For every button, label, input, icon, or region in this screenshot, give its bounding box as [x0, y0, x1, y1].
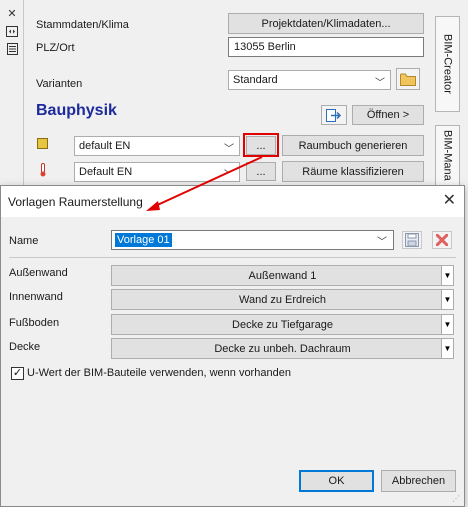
- export-icon: [326, 108, 342, 122]
- save-button[interactable]: [402, 231, 422, 249]
- aussenwand-label: Außenwand: [9, 267, 68, 279]
- dropdown-arrow-icon: ▼: [441, 265, 454, 286]
- chevron-down-icon: ﹀: [377, 237, 387, 248]
- projektdaten-button[interactable]: Projektdaten/Klimadaten...: [228, 13, 424, 34]
- decke-label: Decke: [9, 341, 41, 353]
- ok-button[interactable]: OK: [299, 470, 374, 492]
- name-value: Vorlage 01: [115, 233, 172, 247]
- row2-select[interactable]: Default EN ﹀: [74, 162, 240, 182]
- delete-icon: [436, 234, 448, 246]
- innenwand-value: Wand zu Erdreich: [238, 293, 327, 306]
- divider: [9, 257, 456, 258]
- material-icon: [37, 138, 48, 149]
- vorlagen-dialog: Vorlagen Raumerstellung ✕ Name Vorlage 0…: [0, 185, 465, 507]
- fussboden-value: Decke zu Tiefgarage: [232, 318, 333, 331]
- folder-button[interactable]: [396, 68, 420, 90]
- plz-ort-field[interactable]: 13055 Berlin: [228, 37, 424, 57]
- highlight-box: [243, 133, 279, 157]
- name-combobox[interactable]: Vorlage 01 ﹀: [111, 230, 394, 250]
- decke-value: Decke zu unbeh. Dachraum: [214, 342, 351, 355]
- raeume-klassifizieren-button[interactable]: Räume klassifizieren: [282, 161, 424, 182]
- chevron-down-icon: ﹀: [224, 144, 234, 155]
- aussenwand-select[interactable]: Außenwand 1 ▼: [111, 265, 454, 286]
- dropdown-arrow-icon: ▼: [441, 289, 454, 310]
- fussboden-select[interactable]: Decke zu Tiefgarage ▼: [111, 314, 454, 335]
- varianten-value: Standard: [233, 74, 278, 86]
- close-icon[interactable]: ✕: [443, 192, 456, 210]
- innenwand-select[interactable]: Wand zu Erdreich ▼: [111, 289, 454, 310]
- stammdaten-label: Stammdaten/Klima: [36, 19, 129, 31]
- aussenwand-value: Außenwand 1: [248, 269, 317, 282]
- tab-bim-manager-label: BIM-Mana: [441, 130, 454, 181]
- name-label: Name: [9, 235, 39, 247]
- tab-bim-manager[interactable]: BIM-Mana: [435, 125, 460, 187]
- section-title-bauphysik: Bauphysik: [36, 102, 117, 119]
- dialog-title: Vorlagen Raumerstellung: [8, 195, 143, 209]
- varianten-select[interactable]: Standard ﹀: [228, 70, 391, 90]
- oeffnen-button[interactable]: Öffnen >: [352, 105, 424, 125]
- tab-bim-creator[interactable]: BIM-Creator: [435, 16, 460, 112]
- row2-value: Default EN: [79, 166, 133, 178]
- resize-grip-icon[interactable]: ⋰: [452, 494, 462, 504]
- varianten-label: Varianten: [36, 78, 83, 90]
- tab-bim-creator-label: BIM-Creator: [441, 34, 454, 94]
- thermometer-icon: [39, 163, 47, 177]
- row1-value: default EN: [79, 140, 131, 152]
- chevron-down-icon: ﹀: [375, 78, 385, 89]
- plz-label: PLZ/Ort: [36, 42, 75, 54]
- dropdown-arrow-icon: ▼: [441, 338, 454, 359]
- decke-select[interactable]: Decke zu unbeh. Dachraum ▼: [111, 338, 454, 359]
- row2-more-button[interactable]: ...: [246, 162, 276, 181]
- chevron-down-icon: ﹀: [224, 170, 234, 181]
- dropdown-arrow-icon: ▼: [441, 314, 454, 335]
- u-wert-checkbox[interactable]: ✓: [11, 367, 24, 380]
- row1-select[interactable]: default EN ﹀: [74, 136, 240, 156]
- cancel-button[interactable]: Abbrechen: [381, 470, 456, 492]
- dialog-titlebar: Vorlagen Raumerstellung ✕: [1, 186, 464, 217]
- view-icon[interactable]: [4, 24, 20, 38]
- u-wert-label: U-Wert der BIM-Bauteile verwenden, wenn …: [27, 367, 291, 379]
- save-icon: [405, 233, 419, 247]
- close-icon[interactable]: ✕: [4, 6, 20, 20]
- export-button[interactable]: [321, 105, 347, 125]
- fussboden-label: Fußboden: [9, 317, 60, 329]
- list-icon[interactable]: [4, 42, 20, 56]
- raumbuch-generieren-button[interactable]: Raumbuch generieren: [282, 135, 424, 156]
- innenwand-label: Innenwand: [9, 291, 63, 303]
- delete-button[interactable]: [432, 231, 452, 249]
- folder-icon: [400, 73, 416, 86]
